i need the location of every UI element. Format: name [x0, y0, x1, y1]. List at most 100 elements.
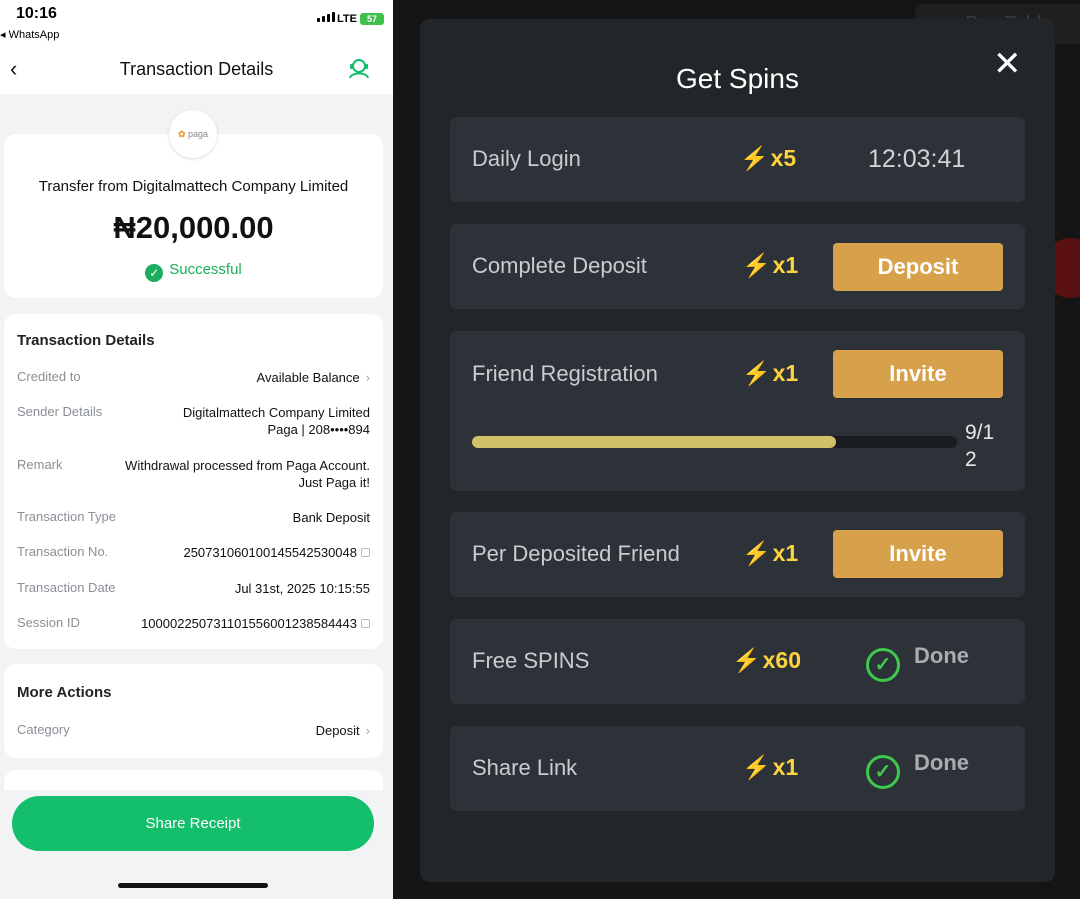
detail-value: Available Balance: [256, 370, 360, 385]
detail-value-wrap: Available Balance ›: [257, 369, 370, 386]
more-actions-title: More Actions: [17, 684, 112, 701]
detail-key: Remark: [17, 457, 63, 472]
multiplier-value: x1: [772, 252, 799, 278]
detail-value: Digitalmattech Company Limited: [182, 405, 370, 420]
detail-key: Transaction Type: [17, 509, 116, 524]
partial-card: [4, 770, 383, 790]
check-circle-icon: ✓: [866, 755, 900, 789]
task-name: Free SPINS: [472, 648, 590, 673]
countdown-timer: 12:03:41: [868, 145, 966, 173]
transfer-from-text: Transfer from Digitalmattech Company Lim…: [38, 178, 349, 195]
lightning-icon: ⚡: [742, 252, 771, 278]
copy-icon[interactable]: [361, 619, 370, 628]
progress-fill: [472, 436, 836, 448]
multiplier-value: x60: [762, 647, 802, 673]
chevron-right-icon: ›: [365, 370, 370, 385]
detail-key: Transaction Date: [17, 580, 116, 595]
task-name: Daily Login: [472, 146, 581, 171]
spin-multiplier: ⚡x60: [732, 647, 801, 674]
detail-value: Withdrawal processed from Paga Account.: [125, 458, 370, 473]
amount-text: ₦20,000.00: [113, 210, 274, 245]
lightning-icon: ⚡: [742, 540, 771, 566]
registration-progress-bar: [472, 436, 957, 448]
category-key: Category: [17, 722, 70, 737]
battery-icon: 57: [360, 13, 384, 25]
close-icon[interactable]: ✕: [993, 47, 1022, 81]
multiplier-value: x5: [770, 145, 797, 171]
task-name: Complete Deposit: [472, 253, 647, 278]
done-label: Done: [914, 750, 969, 775]
task-name: Friend Registration: [472, 361, 658, 386]
done-status: ✓ Done: [866, 750, 969, 789]
lightning-icon: ⚡: [732, 647, 761, 673]
details-section-title: Transaction Details: [17, 332, 155, 349]
status-time: 10:16: [16, 5, 57, 22]
paga-logo: ✿ paga: [169, 110, 217, 158]
copy-icon[interactable]: [361, 548, 370, 557]
lightning-icon: ⚡: [742, 360, 771, 386]
share-receipt-button[interactable]: Share Receipt: [12, 796, 374, 851]
task-free-spins: Free SPINS ⚡x60 ✓ Done: [450, 619, 1025, 704]
transaction-summary-card: Transfer from Digitalmattech Company Lim…: [4, 134, 383, 298]
status-bar: 10:16 ◂ WhatsApp LTE 57: [0, 0, 393, 46]
check-circle-icon: ✓: [145, 264, 164, 282]
status-text: Successful: [169, 261, 242, 278]
multiplier-value: x1: [772, 360, 799, 386]
modal-title: Get Spins: [676, 63, 799, 94]
detail-value-line2: Just Paga it!: [298, 475, 370, 490]
detail-row-type: Transaction Type Bank Deposit: [17, 509, 370, 529]
check-circle-icon: ✓: [866, 648, 900, 682]
spin-multiplier: ⚡x5: [740, 145, 796, 172]
detail-row-date: Transaction Date Jul 31st, 2025 10:15:55: [17, 580, 370, 600]
detail-key: Transaction No.: [17, 544, 109, 559]
task-name: Share Link: [472, 755, 578, 780]
task-complete-deposit: Complete Deposit ⚡x1 Deposit: [450, 224, 1025, 309]
invite-button[interactable]: Invite: [833, 530, 1003, 578]
detail-row-sender: Sender Details Digitalmattech Company Li…: [17, 404, 370, 444]
paga-transaction-screen: 10:16 ◂ WhatsApp LTE 57 ‹ Transaction De…: [0, 0, 393, 899]
spin-multiplier: ⚡x1: [742, 252, 798, 279]
detail-value: Bank Deposit: [292, 510, 370, 525]
page-title: Transaction Details: [119, 59, 274, 79]
done-label: Done: [914, 643, 969, 668]
category-row[interactable]: Category Deposit ›: [17, 722, 370, 742]
multiplier-value: x1: [772, 540, 799, 566]
back-to-app-link[interactable]: ◂ WhatsApp: [0, 28, 59, 41]
lightning-icon: ⚡: [742, 754, 771, 780]
get-spins-modal: Get Spins ✕ Daily Login ⚡x5 12:03:41 Com…: [420, 19, 1055, 882]
detail-row-transaction-no: Transaction No. 250731060100145542530048: [17, 544, 370, 564]
signal-icon: [317, 12, 335, 22]
spin-multiplier: ⚡x1: [742, 754, 798, 781]
progress-text: 9/12: [965, 421, 995, 471]
customer-support-icon[interactable]: [347, 57, 371, 81]
detail-key: Session ID: [17, 615, 80, 630]
chevron-right-icon: ›: [365, 723, 370, 738]
detail-value-wrap: 250731060100145542530048: [183, 544, 370, 561]
lightning-icon: ⚡: [740, 145, 769, 171]
game-screen: Pay Table Get Spins ✕ Daily Login ⚡x5 12…: [393, 0, 1080, 899]
task-per-deposited-friend: Per Deposited Friend ⚡x1 Invite: [450, 512, 1025, 597]
more-actions-card: More Actions Category Deposit ›: [4, 664, 383, 758]
invite-button[interactable]: Invite: [833, 350, 1003, 398]
detail-value-wrap: 100002250731101556001238584443: [141, 615, 370, 632]
detail-value-wrap: Withdrawal processed from Paga Account. J…: [125, 457, 370, 491]
detail-row-remark: Remark Withdrawal processed from Paga Ac…: [17, 457, 370, 497]
multiplier-value: x1: [772, 754, 799, 780]
detail-value: Jul 31st, 2025 10:15:55: [234, 581, 370, 596]
detail-row-credited-to[interactable]: Credited to Available Balance ›: [17, 369, 370, 389]
spin-multiplier: ⚡x1: [742, 360, 798, 387]
detail-row-session-id: Session ID 10000225073110155600123858444…: [17, 615, 370, 635]
deposit-button[interactable]: Deposit: [833, 243, 1003, 291]
status-badge: ✓ Successful: [4, 261, 383, 282]
spin-multiplier: ⚡x1: [742, 540, 798, 567]
home-indicator[interactable]: [118, 883, 268, 888]
task-name: Per Deposited Friend: [472, 541, 680, 566]
network-label: LTE: [337, 13, 357, 25]
top-navbar: ‹ Transaction Details: [0, 46, 393, 94]
logo-text: paga: [188, 129, 209, 139]
task-share-link: Share Link ⚡x1 ✓ Done: [450, 726, 1025, 811]
detail-value-line2: Paga | 208••••894: [267, 422, 370, 437]
detail-value-wrap: Digitalmattech Company Limited Paga | 208…: [183, 404, 370, 438]
detail-value: 100002250731101556001238584443: [141, 616, 357, 631]
task-daily-login: Daily Login ⚡x5 12:03:41: [450, 117, 1025, 202]
